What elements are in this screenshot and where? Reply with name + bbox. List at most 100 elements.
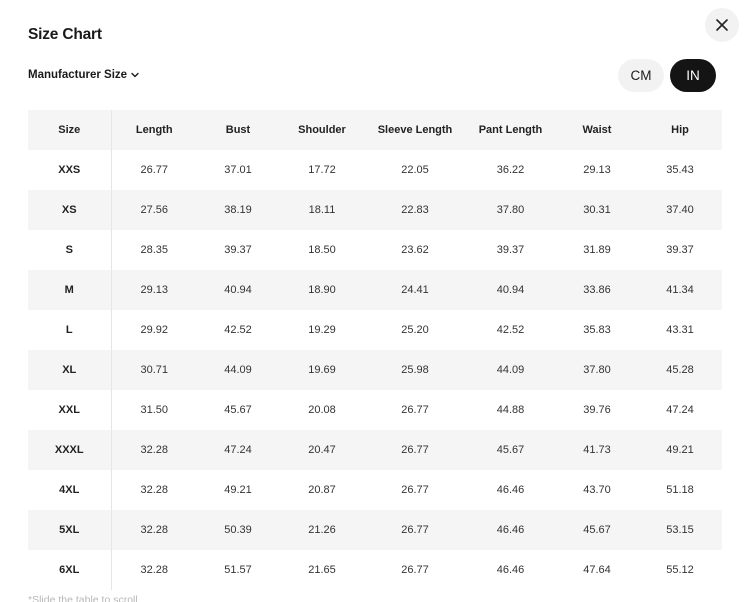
- measurement-cell: 46.46: [496, 484, 525, 496]
- measurement-cell: 20.47: [308, 444, 336, 456]
- table-row: S 28.35 39.37 18.50 23.62 39.37 31.89 39.37: [28, 230, 722, 270]
- measurement-cell: 26.77: [140, 164, 169, 176]
- measurement-cell: 47.24: [666, 404, 694, 416]
- measurement-cell: 26.77: [401, 524, 429, 536]
- measurement-cell: 32.28: [140, 524, 169, 536]
- measurement-cell: 44.88: [496, 404, 525, 416]
- measurement-cell: 53.15: [666, 524, 694, 536]
- table-row: XXS 26.77 37.01 17.72 22.05 36.22 29.13 35.43: [28, 150, 722, 190]
- scroll-hint: *Slide the table to scroll: [28, 594, 138, 602]
- column-header: Sleeve Length: [377, 124, 453, 136]
- measurement-cell: 42.52: [496, 324, 525, 336]
- measurement-cell: 37.80: [496, 204, 525, 216]
- measurement-cell: 29.13: [140, 284, 169, 296]
- table-header-row: Size Length Bust Shoulder Sleeve Length Pant …: [28, 110, 722, 150]
- measurement-cell: 26.77: [401, 444, 429, 456]
- measurement-cell: 20.87: [308, 484, 336, 496]
- measurement-cell: 49.21: [666, 444, 694, 456]
- measurement-cell: 40.94: [496, 284, 525, 296]
- size-label-cell: S: [28, 230, 112, 270]
- measurement-cell: 29.92: [140, 324, 169, 336]
- measurement-cell: 51.57: [224, 564, 252, 576]
- measurement-cell: 26.77: [401, 564, 429, 576]
- measurement-cell: 44.09: [496, 364, 525, 376]
- measurement-cell: 20.08: [308, 404, 336, 416]
- measurement-cell: 46.46: [496, 524, 525, 536]
- measurement-cell: 40.94: [224, 284, 252, 296]
- measurement-cell: 35.83: [583, 324, 611, 336]
- measurement-cell: 32.28: [140, 484, 169, 496]
- table-row: XL 30.71 44.09 19.69 25.98 44.09 37.80 45.28: [28, 350, 722, 390]
- size-label-cell: XXS: [28, 150, 112, 190]
- measurement-cell: 32.28: [140, 444, 169, 456]
- measurement-cell: 47.24: [224, 444, 252, 456]
- table-row: 6XL 32.28 51.57 21.65 26.77 46.46 47.64 55.12: [28, 550, 722, 590]
- measurement-cell: 39.37: [496, 244, 525, 256]
- size-label-cell: XL: [28, 350, 112, 390]
- measurement-cell: 39.37: [224, 244, 252, 256]
- measurement-cell: 19.69: [308, 364, 336, 376]
- measurement-cell: 37.40: [666, 204, 694, 216]
- measurement-cell: 22.83: [401, 204, 429, 216]
- measurement-cell: 51.18: [666, 484, 694, 496]
- column-header-size: Size: [28, 110, 112, 150]
- measurement-cell: 49.21: [224, 484, 252, 496]
- measurement-cell: 29.13: [583, 164, 611, 176]
- table-row: XXL 31.50 45.67 20.08 26.77 44.88 39.76 47.24: [28, 390, 722, 430]
- size-label-cell: XS: [28, 190, 112, 230]
- measurement-cell: 21.65: [308, 564, 336, 576]
- table-row: XS 27.56 38.19 18.11 22.83 37.80 30.31 37.40: [28, 190, 722, 230]
- close-button[interactable]: [705, 8, 739, 42]
- measurement-cell: 25.20: [401, 324, 429, 336]
- measurement-cell: 44.09: [224, 364, 252, 376]
- size-label-cell: 4XL: [28, 470, 112, 510]
- measurement-cell: 36.22: [496, 164, 525, 176]
- measurement-cell: 37.80: [583, 364, 611, 376]
- measurement-cell: 31.50: [140, 404, 169, 416]
- size-label-cell: M: [28, 270, 112, 310]
- measurement-cell: 27.56: [140, 204, 169, 216]
- table-row: L 29.92 42.52 19.29 25.20 42.52 35.83 43.31: [28, 310, 722, 350]
- column-header: Bust: [225, 124, 251, 136]
- measurement-cell: 22.05: [401, 164, 429, 176]
- measurement-cell: 41.73: [583, 444, 611, 456]
- measurement-cell: 26.77: [401, 484, 429, 496]
- column-header: Length: [135, 124, 173, 136]
- measurement-cell: 35.43: [666, 164, 694, 176]
- measurement-cell: 43.31: [666, 324, 694, 336]
- size-system-label: Manufacturer Size: [28, 69, 128, 81]
- measurement-cell: 39.37: [666, 244, 694, 256]
- table-body: XXS 26.77 37.01 17.72 22.05 36.22 29.13 35.43 XS…: [28, 150, 722, 590]
- measurement-cell: 39.76: [583, 404, 611, 416]
- measurement-cell: 31.89: [583, 244, 611, 256]
- measurement-cell: 38.19: [224, 204, 252, 216]
- table-row: XXXL 32.28 47.24 20.47 26.77 45.67 41.73 49.21: [28, 430, 722, 470]
- measurement-cell: 33.86: [583, 284, 611, 296]
- measurement-cell: 18.11: [308, 204, 336, 216]
- size-label-cell: L: [28, 310, 112, 350]
- measurement-cell: 42.52: [224, 324, 252, 336]
- measurement-cell: 26.77: [401, 404, 429, 416]
- dialog-title: Size Chart: [28, 26, 102, 43]
- measurement-cell: 43.70: [583, 484, 611, 496]
- size-label-cell: 5XL: [28, 510, 112, 550]
- close-icon: [716, 19, 728, 31]
- size-system-dropdown[interactable]: Manufacturer Size: [28, 66, 140, 84]
- chevron-down-icon: [131, 72, 139, 78]
- measurement-cell: 50.39: [224, 524, 252, 536]
- unit-cm-button[interactable]: CM: [618, 59, 664, 92]
- size-table-container[interactable]: Size Length Bust Shoulder Sleeve Length Pant …: [28, 110, 722, 590]
- measurement-cell: 21.26: [308, 524, 336, 536]
- measurement-cell: 46.46: [496, 564, 525, 576]
- unit-in-button[interactable]: IN: [670, 59, 716, 92]
- measurement-cell: 19.29: [308, 324, 336, 336]
- measurement-cell: 28.35: [140, 244, 169, 256]
- column-header: Waist: [582, 124, 612, 136]
- size-label-cell: 6XL: [28, 550, 112, 590]
- measurement-cell: 45.67: [496, 444, 525, 456]
- measurement-cell: 45.67: [224, 404, 252, 416]
- measurement-cell: 17.72: [308, 164, 336, 176]
- table-row: 5XL 32.28 50.39 21.26 26.77 46.46 45.67 53.15: [28, 510, 722, 550]
- column-header: Shoulder: [298, 124, 346, 136]
- measurement-cell: 32.28: [140, 564, 169, 576]
